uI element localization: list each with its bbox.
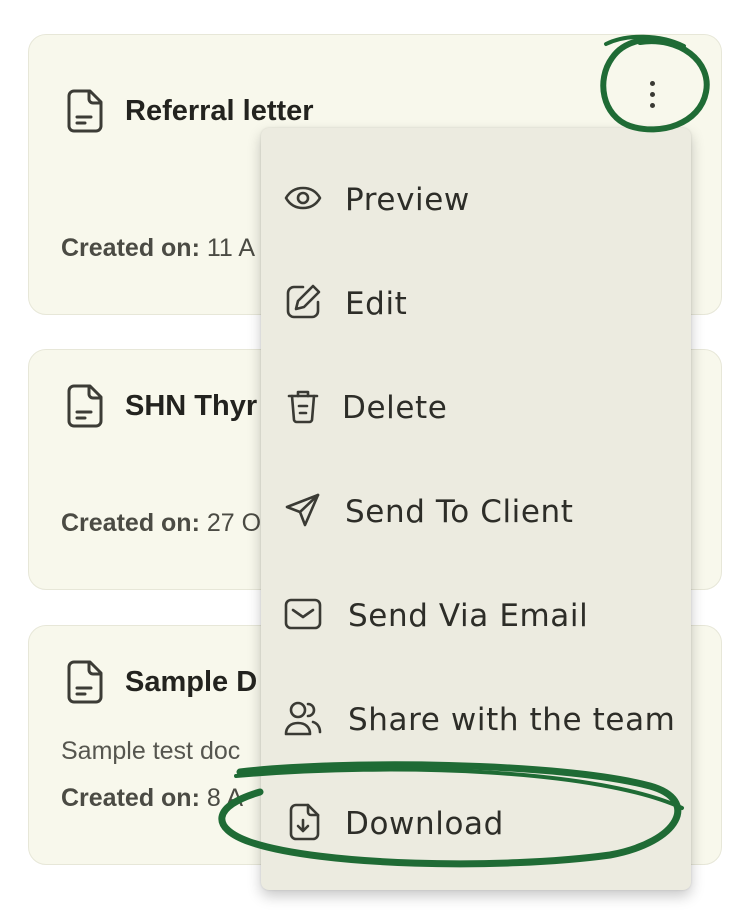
context-menu: Preview Edit Delete Send To Client Send … <box>261 128 691 890</box>
card-description: Sample test doc <box>61 737 241 765</box>
dot-icon <box>649 102 655 108</box>
trash-icon <box>287 390 319 424</box>
created-label: Created on: <box>61 509 200 537</box>
created-date: Created on: 27 O <box>61 509 261 538</box>
menu-item-label: Send Via Email <box>348 598 589 634</box>
created-value: 27 O <box>206 509 262 537</box>
dot-icon <box>649 91 655 97</box>
created-value: 11 A <box>206 234 256 262</box>
edit-icon <box>286 284 321 319</box>
menu-item-send-via-email[interactable]: Send Via Email <box>261 564 691 668</box>
card-title: SHN Thyr <box>125 390 258 422</box>
menu-item-share-with-team[interactable]: Share with the team <box>261 668 691 772</box>
card-title: Referral letter <box>125 95 314 127</box>
created-value: 8 A <box>206 784 244 812</box>
created-date: Created on: 11 A <box>61 234 255 263</box>
menu-item-edit[interactable]: Edit <box>261 252 691 356</box>
document-icon <box>67 660 103 704</box>
created-label: Created on: <box>61 234 200 262</box>
menu-item-label: Preview <box>345 182 470 218</box>
menu-item-download[interactable]: Download <box>261 772 691 876</box>
menu-item-label: Delete <box>342 390 448 426</box>
created-date: Created on: 8 A <box>61 784 243 813</box>
menu-item-label: Download <box>345 806 504 842</box>
document-icon <box>67 384 103 428</box>
eye-icon <box>284 186 322 210</box>
menu-item-label: Send To Client <box>345 494 574 530</box>
document-icon <box>67 89 103 133</box>
more-options-button[interactable] <box>624 72 680 116</box>
menu-item-preview[interactable]: Preview <box>261 148 691 252</box>
card-title: Sample D <box>125 666 258 698</box>
created-label: Created on: <box>61 784 200 812</box>
dot-icon <box>649 80 655 86</box>
menu-item-send-to-client[interactable]: Send To Client <box>261 460 691 564</box>
menu-item-label: Edit <box>345 286 408 322</box>
mail-icon <box>284 598 322 630</box>
send-icon <box>285 493 320 527</box>
menu-item-label: Share with the team <box>348 702 676 738</box>
download-icon <box>289 803 320 841</box>
users-icon <box>284 701 322 736</box>
menu-item-delete[interactable]: Delete <box>261 356 691 460</box>
